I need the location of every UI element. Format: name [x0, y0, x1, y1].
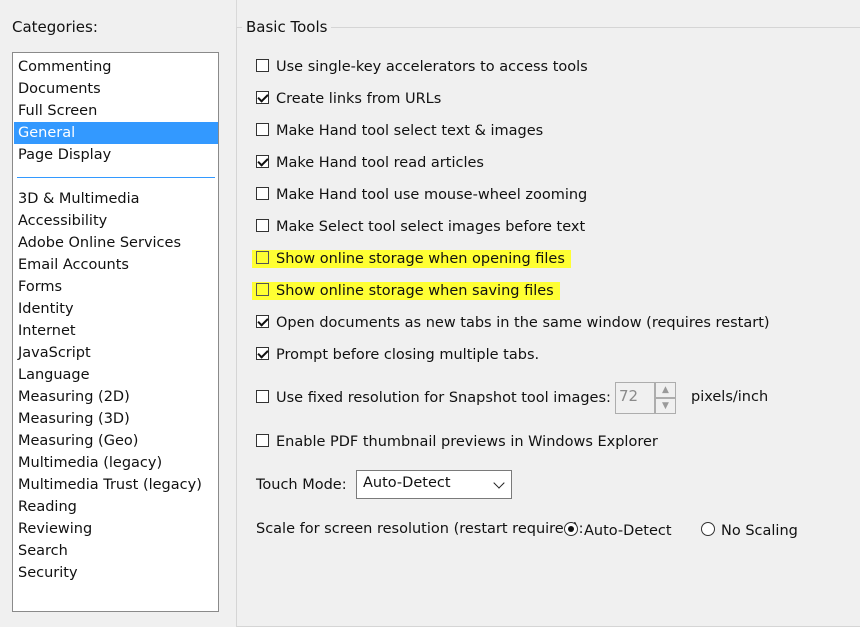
category-item[interactable]: Page Display [14, 144, 218, 166]
category-item[interactable]: Full Screen [14, 100, 218, 122]
option-checkbox[interactable] [256, 250, 269, 264]
category-item[interactable]: Security [14, 562, 218, 584]
option-label: Show online storage when opening files [276, 251, 565, 267]
option-checkbox[interactable] [256, 186, 269, 200]
category-item[interactable]: Multimedia (legacy) [14, 452, 218, 474]
category-item[interactable]: Measuring (3D) [14, 408, 218, 430]
touch-mode-label: Touch Mode: [256, 477, 347, 493]
option-label: Prompt before closing multiple tabs. [276, 347, 540, 363]
touch-mode-select[interactable]: Auto-Detect [356, 470, 512, 499]
scale-auto-detect-label: Auto-Detect [584, 523, 672, 539]
scale-no-scaling-label: No Scaling [721, 523, 798, 539]
category-item[interactable]: Commenting [14, 56, 218, 78]
scale-label: Scale for screen resolution (restart req… [256, 521, 584, 537]
basic-tools-option[interactable]: Prompt before closing multiple tabs. [256, 345, 539, 365]
category-item[interactable]: Measuring (2D) [14, 386, 218, 408]
basic-tools-option[interactable]: Make Hand tool select text & images [256, 121, 543, 141]
basic-tools-option[interactable]: Show online storage when opening files [252, 249, 571, 269]
option-label: Open documents as new tabs in the same w… [276, 315, 770, 331]
scale-no-scaling-radio[interactable]: No Scaling [701, 521, 798, 541]
basic-tools-option[interactable]: Use single-key accelerators to access to… [256, 57, 588, 77]
spinner-down-icon[interactable]: ▼ [655, 398, 676, 414]
basic-tools-option[interactable]: Make Hand tool read articles [256, 153, 484, 173]
option-checkbox[interactable] [256, 282, 269, 296]
option-label: Create links from URLs [276, 91, 442, 107]
basic-tools-option[interactable]: Show online storage when saving files [252, 281, 560, 301]
category-item[interactable]: Internet [14, 320, 218, 342]
category-item[interactable]: Reading [14, 496, 218, 518]
spinner-up-icon[interactable]: ▲ [655, 382, 676, 398]
category-item[interactable]: Forms [14, 276, 218, 298]
category-separator [17, 177, 215, 178]
basic-tools-option[interactable]: Open documents as new tabs in the same w… [256, 313, 770, 333]
touch-mode-value: Auto-Detect [363, 475, 451, 491]
snapshot-resolution-option[interactable]: Use fixed resolution for Snapshot tool i… [256, 388, 611, 408]
basic-tools-title: Basic Tools [242, 18, 332, 36]
option-checkbox[interactable] [256, 154, 269, 168]
snapshot-resolution-checkbox[interactable] [256, 389, 269, 403]
basic-tools-option[interactable]: Make Hand tool use mouse-wheel zooming [256, 185, 587, 205]
category-item[interactable]: Documents [14, 78, 218, 100]
option-checkbox[interactable] [256, 90, 269, 104]
radio-icon[interactable] [564, 522, 578, 536]
categories-list[interactable]: Commenting Documents Full Screen General Pag… [12, 52, 219, 612]
scale-auto-detect-radio[interactable]: Auto-Detect [564, 521, 672, 541]
chevron-down-icon [493, 477, 505, 489]
snapshot-resolution-label: Use fixed resolution for Snapshot tool i… [276, 390, 611, 406]
option-label: Show online storage when saving files [276, 283, 554, 299]
resolution-unit: pixels/inch [691, 389, 769, 405]
category-item[interactable]: JavaScript [14, 342, 218, 364]
option-checkbox[interactable] [256, 346, 269, 360]
option-label: Make Hand tool use mouse-wheel zooming [276, 187, 588, 203]
category-item[interactable]: Email Accounts [14, 254, 218, 276]
category-item[interactable]: Search [14, 540, 218, 562]
resolution-input[interactable]: 72 [615, 382, 655, 414]
category-item[interactable]: General [14, 122, 218, 144]
option-checkbox[interactable] [256, 58, 269, 72]
thumbnail-checkbox[interactable] [256, 433, 269, 447]
basic-tools-option[interactable]: Make Select tool select images before te… [256, 217, 585, 237]
category-item[interactable]: 3D & Multimedia [14, 188, 218, 210]
category-item[interactable]: Reviewing [14, 518, 218, 540]
category-item[interactable]: Adobe Online Services [14, 232, 218, 254]
thumbnail-label: Enable PDF thumbnail previews in Windows… [276, 434, 658, 450]
basic-tools-option[interactable]: Create links from URLs [256, 89, 441, 109]
radio-icon[interactable] [701, 522, 715, 536]
thumbnail-option[interactable]: Enable PDF thumbnail previews in Windows… [256, 432, 658, 452]
category-item[interactable]: Measuring (Geo) [14, 430, 218, 452]
option-checkbox[interactable] [256, 314, 269, 328]
category-item[interactable]: Identity [14, 298, 218, 320]
option-label: Use single-key accelerators to access to… [276, 59, 588, 75]
option-checkbox[interactable] [256, 122, 269, 136]
option-label: Make Select tool select images before te… [276, 219, 586, 235]
categories-label: Categories: [12, 18, 98, 36]
option-label: Make Hand tool select text & images [276, 123, 544, 139]
option-checkbox[interactable] [256, 218, 269, 232]
resolution-spinner[interactable]: 72 ▲ ▼ [615, 382, 676, 414]
category-item[interactable]: Multimedia Trust (legacy) [14, 474, 218, 496]
category-item[interactable]: Language [14, 364, 218, 386]
category-item[interactable]: Accessibility [14, 210, 218, 232]
option-label: Make Hand tool read articles [276, 155, 484, 171]
